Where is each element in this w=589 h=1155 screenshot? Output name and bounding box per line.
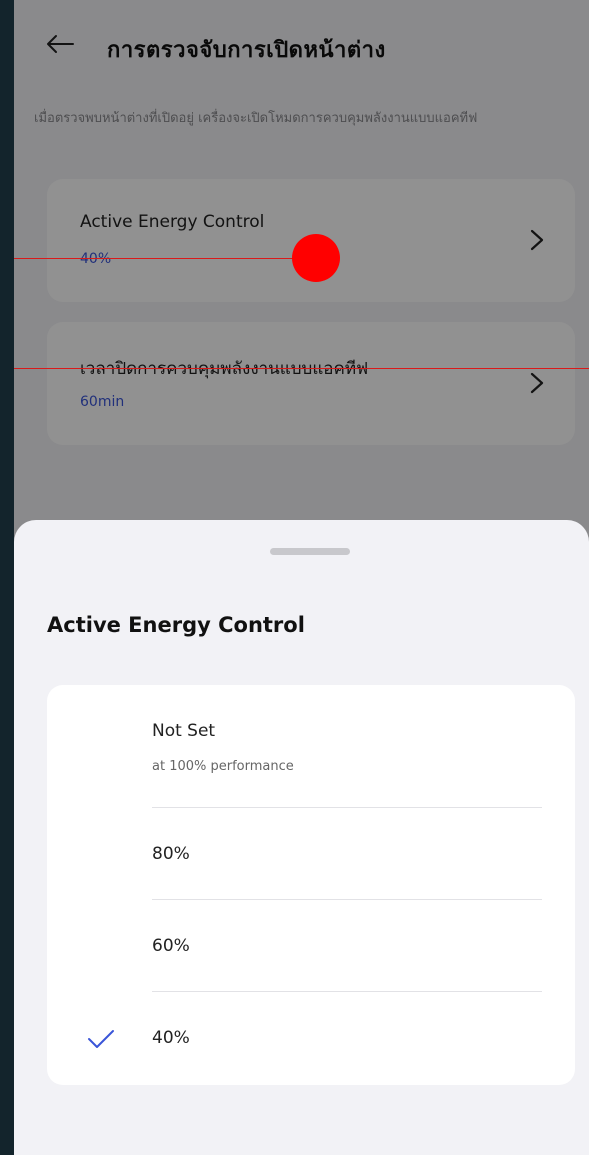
- options-list: Not Set at 100% performance 80% 60% 40%: [47, 685, 575, 1085]
- option-sublabel: at 100% performance: [152, 759, 294, 774]
- touch-trace-line: [14, 258, 310, 259]
- touch-trace-line: [14, 368, 589, 369]
- screen: การตรวจจับการเปิดหน้าต่าง เมื่อตรวจพบหน้…: [14, 0, 589, 1155]
- option-40[interactable]: 40%: [47, 992, 575, 1085]
- option-80[interactable]: 80%: [47, 808, 575, 899]
- bottom-sheet: Active Energy Control Not Set at 100% pe…: [14, 520, 589, 1155]
- option-label: 60%: [152, 936, 190, 956]
- checkmark-icon: [88, 1030, 114, 1048]
- sheet-drag-handle[interactable]: [270, 548, 350, 555]
- touch-indicator-dot: [292, 234, 340, 282]
- option-60[interactable]: 60%: [47, 900, 575, 991]
- sheet-title: Active Energy Control: [47, 613, 305, 637]
- option-label: 40%: [152, 1028, 190, 1048]
- option-label: Not Set: [152, 721, 216, 741]
- option-not-set[interactable]: Not Set at 100% performance: [47, 685, 575, 807]
- option-label: 80%: [152, 844, 190, 864]
